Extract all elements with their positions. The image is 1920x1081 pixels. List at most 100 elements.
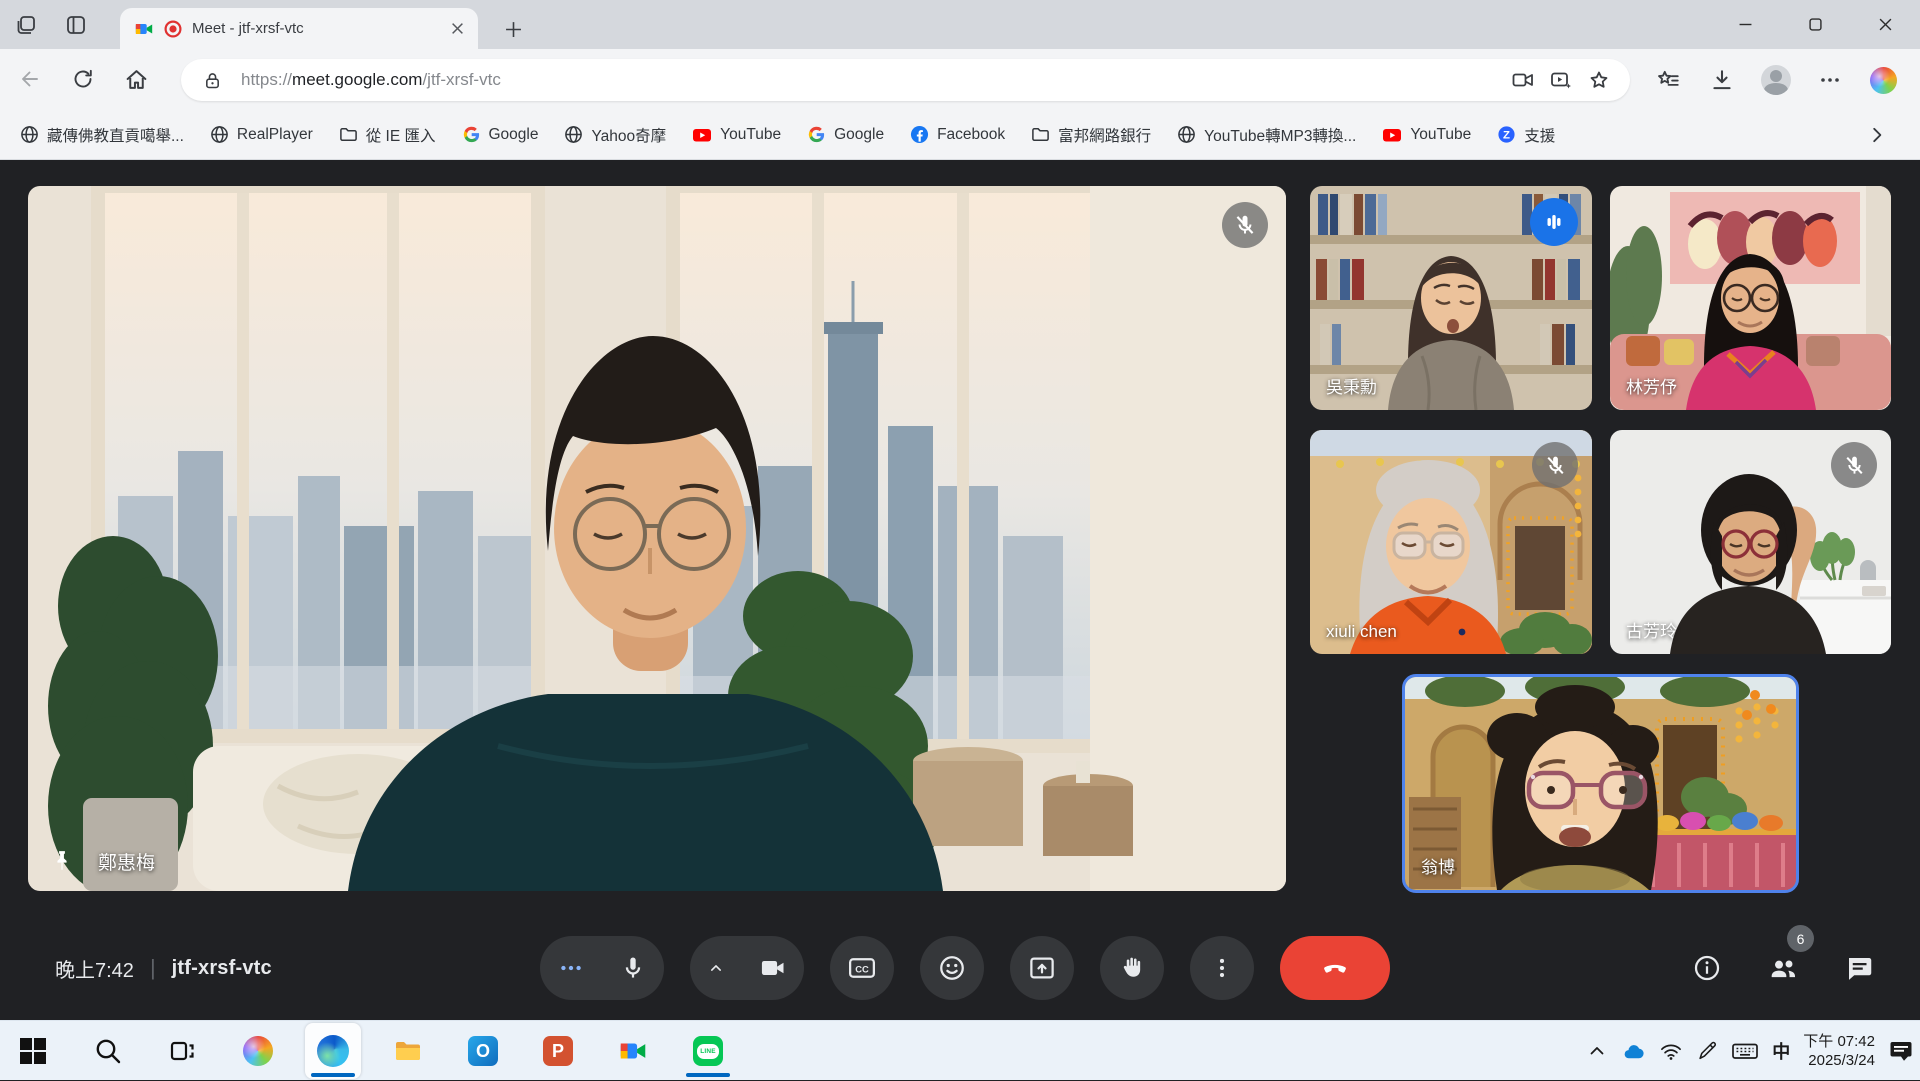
youtube-icon	[1382, 125, 1402, 145]
lock-icon[interactable]	[193, 63, 231, 97]
search-button[interactable]	[80, 1023, 136, 1079]
address-bar[interactable]: https://meet.google.com/jtf-xrsf-vtc	[181, 59, 1630, 101]
video-tile[interactable]: 林芳伃	[1610, 186, 1891, 410]
camera-button-group	[690, 936, 804, 1000]
reactions-button[interactable]	[920, 936, 984, 1000]
touch-keyboard-icon[interactable]	[1731, 1040, 1759, 1062]
notification-center-icon[interactable]	[1888, 1038, 1914, 1064]
video-tile[interactable]: 吳秉勳	[1310, 186, 1592, 410]
globe-icon	[210, 125, 229, 144]
powerpoint-icon[interactable]: P	[530, 1023, 586, 1079]
file-explorer-icon[interactable]	[380, 1023, 436, 1079]
svg-text:Z: Z	[1503, 130, 1510, 142]
mic-button-group	[540, 936, 664, 1000]
active-app-indicator	[311, 1073, 355, 1077]
google-meet-stage: 鄭惠梅 吳秉勳	[0, 160, 1920, 1020]
video-tile[interactable]: xiuli chen	[1310, 430, 1592, 654]
bookmark-item[interactable]: Yahoo奇摩	[564, 124, 666, 146]
bookmark-item[interactable]: RealPlayer	[210, 125, 313, 144]
workspaces-icon[interactable]	[14, 13, 38, 37]
participant-video	[1405, 677, 1796, 890]
participant-nameplate: xiuli chen	[1326, 622, 1397, 642]
participant-nameplate: 鄭惠梅	[52, 848, 155, 875]
bookmarks-overflow-icon[interactable]	[1868, 126, 1886, 144]
meeting-info: 晚上7:42 | jtf-xrsf-vtc	[55, 916, 272, 1020]
tab-recording-icon	[164, 20, 182, 38]
copilot-taskbar-icon[interactable]	[230, 1023, 286, 1079]
refresh-icon[interactable]	[63, 59, 103, 99]
onedrive-icon[interactable]	[1620, 1041, 1646, 1061]
end-call-button[interactable]	[1280, 936, 1390, 1000]
z-support-icon: Z	[1497, 125, 1516, 144]
new-tab-button[interactable]	[498, 14, 528, 44]
participant-video	[28, 186, 1286, 891]
browser-settings-icon[interactable]	[1809, 59, 1851, 101]
chat-button[interactable]	[1842, 951, 1876, 985]
people-button[interactable]: 6	[1766, 951, 1800, 985]
window-close-button[interactable]	[1850, 0, 1920, 49]
folder-icon	[1031, 125, 1050, 144]
video-tile-active-speaker[interactable]: 翁博	[1402, 674, 1799, 893]
bookmark-item[interactable]: Google	[807, 125, 884, 144]
favorites-hub-icon[interactable]	[1647, 59, 1689, 101]
tray-chevron-icon[interactable]	[1587, 1041, 1607, 1061]
edge-taskbar-icon[interactable]	[305, 1023, 361, 1079]
more-audio-options-icon[interactable]	[540, 936, 602, 1000]
clock-date: 2025/3/24	[1808, 1052, 1875, 1069]
microphone-button[interactable]	[602, 936, 664, 1000]
bookmark-item[interactable]: YouTube	[1382, 125, 1471, 145]
bookmark-item[interactable]: YouTube	[692, 125, 781, 145]
captions-button[interactable]: CC	[830, 936, 894, 1000]
bookmark-item[interactable]: Google	[462, 125, 539, 144]
camera-options-chevron-icon[interactable]	[690, 936, 742, 1000]
taskbar-clock[interactable]: 下午 07:42 2025/3/24	[1803, 1032, 1875, 1070]
profile-avatar[interactable]	[1755, 59, 1797, 101]
tab-close-icon[interactable]	[451, 22, 464, 35]
bookmark-item[interactable]: 藏傳佛教直貢噶舉...	[20, 124, 184, 146]
globe-icon	[564, 125, 583, 144]
google-meet-taskbar-icon[interactable]	[605, 1023, 661, 1079]
window-minimize-button[interactable]	[1710, 0, 1780, 49]
participant-nameplate: 林芳伃	[1626, 373, 1677, 398]
url-scheme: https://	[241, 70, 292, 89]
picture-in-picture-icon[interactable]	[1542, 63, 1580, 97]
browser-tab[interactable]: Meet - jtf-xrsf-vtc	[120, 8, 478, 49]
bookmark-folder[interactable]: 從 IE 匯入	[339, 124, 436, 146]
back-icon[interactable]	[10, 59, 50, 99]
window-restore-button[interactable]	[1780, 0, 1850, 49]
tab-title: Meet - jtf-xrsf-vtc	[192, 20, 441, 37]
start-button[interactable]	[5, 1023, 61, 1079]
pen-icon[interactable]	[1696, 1040, 1718, 1062]
meeting-clock: 晚上7:42	[55, 954, 134, 983]
raise-hand-button[interactable]	[1100, 936, 1164, 1000]
browser-toolbar: https://meet.google.com/jtf-xrsf-vtc	[0, 49, 1920, 110]
participant-name: 翁博	[1421, 853, 1455, 878]
bookmark-folder[interactable]: 富邦網路銀行	[1031, 124, 1151, 146]
meeting-details-button[interactable]	[1690, 951, 1724, 985]
outlook-icon[interactable]: O	[455, 1023, 511, 1079]
speaking-indicator	[1530, 198, 1578, 246]
more-options-button[interactable]	[1190, 936, 1254, 1000]
line-app-icon[interactable]: LINE	[680, 1023, 736, 1079]
main-video-tile[interactable]: 鄭惠梅	[28, 186, 1286, 891]
ime-indicator[interactable]: 中	[1772, 1038, 1790, 1064]
present-screen-button[interactable]	[1010, 936, 1074, 1000]
home-icon[interactable]	[116, 59, 156, 99]
mic-muted-indicator	[1532, 442, 1578, 488]
participant-name: 鄭惠梅	[98, 848, 155, 875]
running-app-indicator	[686, 1073, 730, 1077]
tab-camera-icon[interactable]	[1504, 63, 1542, 97]
google-icon	[462, 125, 481, 144]
video-tile[interactable]: 古芳玲	[1610, 430, 1891, 654]
task-view-button[interactable]	[155, 1023, 211, 1079]
url-path: /jtf-xrsf-vtc	[422, 70, 500, 89]
bookmark-item[interactable]: Facebook	[910, 125, 1005, 144]
camera-button[interactable]	[742, 936, 804, 1000]
downloads-icon[interactable]	[1701, 59, 1743, 101]
favorite-star-icon[interactable]	[1580, 63, 1618, 97]
tab-actions-icon[interactable]	[64, 13, 88, 37]
bookmark-item[interactable]: YouTube轉MP3轉換...	[1177, 124, 1356, 146]
bookmark-item[interactable]: Z支援	[1497, 124, 1555, 146]
copilot-icon[interactable]	[1862, 59, 1904, 101]
wifi-icon[interactable]	[1659, 1041, 1683, 1061]
